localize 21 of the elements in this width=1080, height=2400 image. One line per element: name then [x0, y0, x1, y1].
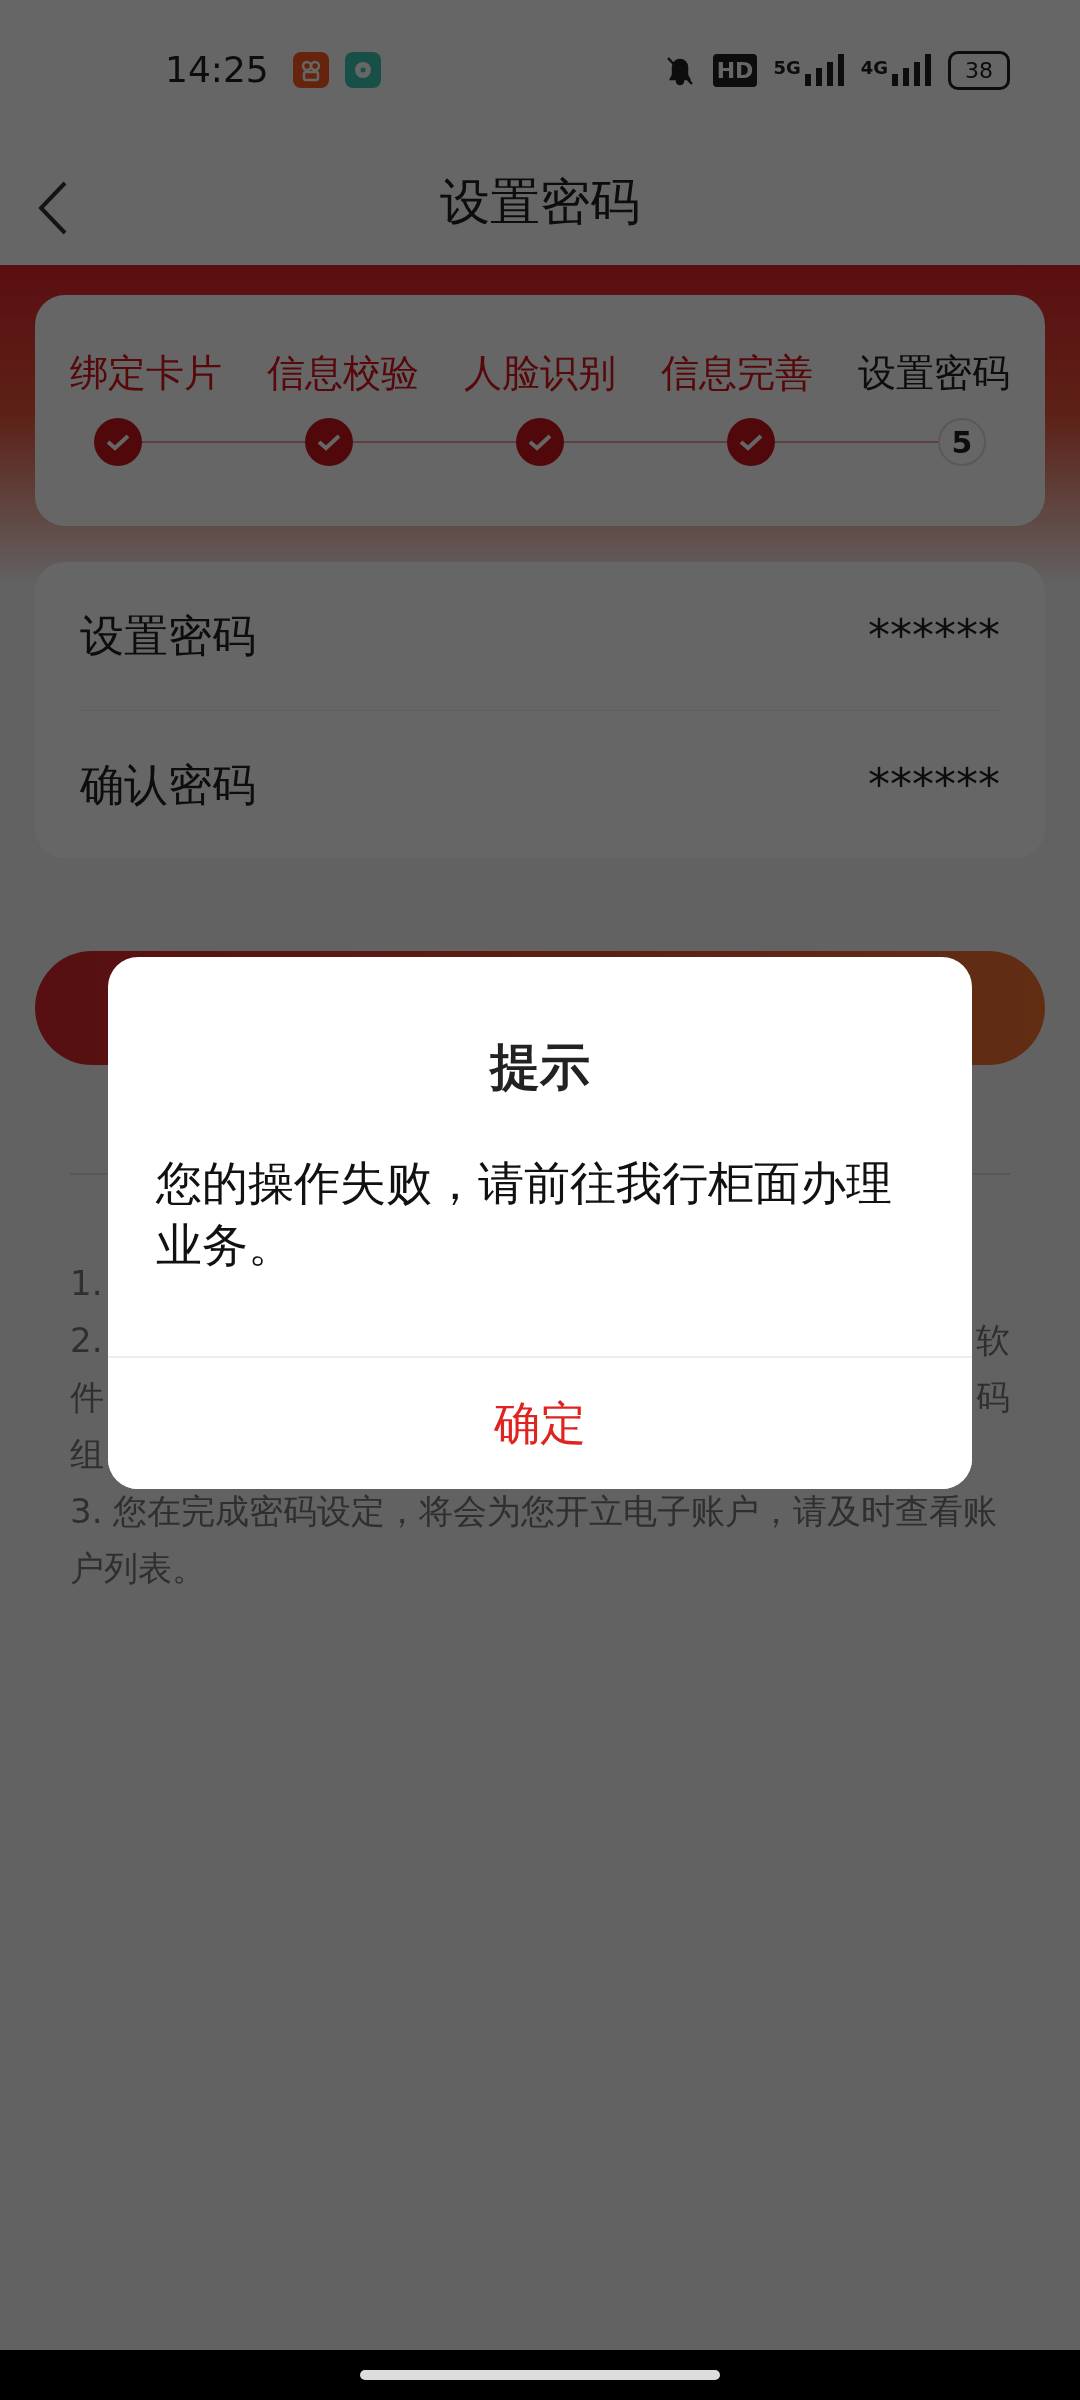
- step-label: 信息完善: [661, 350, 813, 397]
- field-label: 确认密码: [80, 757, 256, 812]
- step-label: 设置密码: [858, 350, 1010, 397]
- network-label: 5G: [773, 56, 801, 80]
- step-number: 5: [938, 418, 986, 466]
- step-label: 信息校验: [267, 350, 419, 397]
- hd-badge: HD: [712, 53, 758, 87]
- password-field[interactable]: ******: [868, 751, 1000, 818]
- confirm-button[interactable]: 确定: [108, 1356, 972, 1489]
- step-label: 人脸识别: [464, 350, 616, 397]
- field-label: 设置密码: [80, 609, 256, 663]
- step-label: 绑定卡片: [70, 350, 222, 397]
- password-field[interactable]: ******: [868, 603, 1000, 669]
- dialog-title: 提示: [488, 1037, 591, 1097]
- page-title: 设置密码: [440, 172, 640, 233]
- dialog-message: 您的操作失败，请前往我行柜面办理业务。: [155, 1155, 893, 1274]
- battery-level: 38: [948, 50, 1010, 90]
- clock-time: 14:25: [165, 48, 269, 92]
- signal-icon: [892, 54, 932, 86]
- network-label: 4G: [860, 56, 888, 80]
- signal-icon: [804, 54, 845, 86]
